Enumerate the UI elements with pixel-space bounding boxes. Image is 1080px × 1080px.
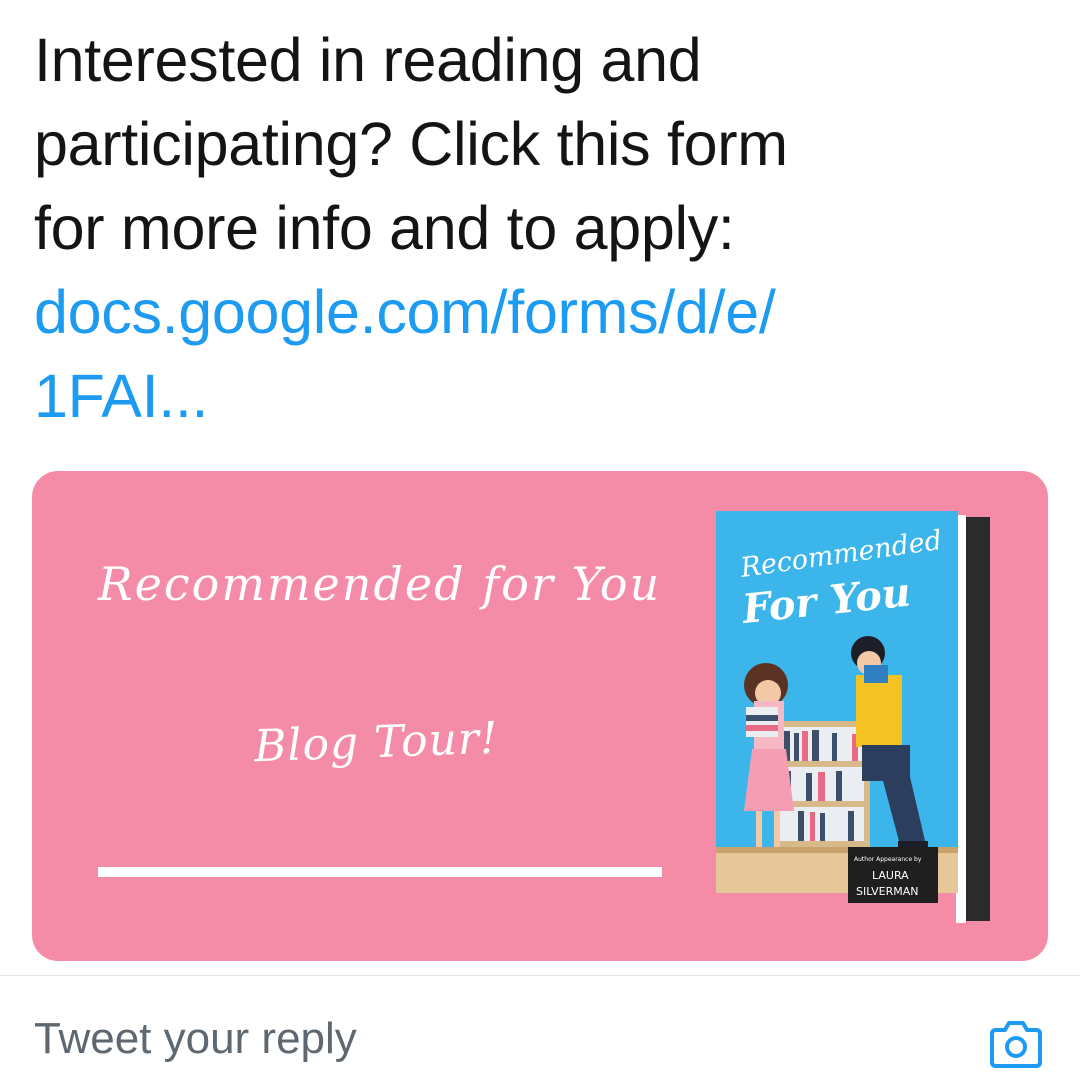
tweet-text: Interested in reading and participating?…: [34, 18, 1034, 438]
book-author-last: SILVERMAN: [856, 885, 919, 898]
camera-icon: [990, 1021, 1042, 1068]
camera-button[interactable]: [988, 1018, 1044, 1070]
book-cover-image: Recommended For You Author Appearance by…: [716, 511, 990, 923]
reply-input[interactable]: Tweet your reply: [34, 1014, 934, 1064]
card-title: Recommended for You: [98, 557, 662, 611]
tweet-text-line: participating? Click this form: [34, 110, 788, 178]
media-card[interactable]: Recommended for You Blog Tour! Recommend…: [32, 471, 1048, 961]
reply-divider: [0, 975, 1080, 976]
tweet-text-line: Interested in reading and: [34, 26, 702, 94]
book-author-first: LAURA: [872, 869, 909, 882]
book-author-credit: Author Appearance by: [854, 856, 922, 863]
card-subtitle: Blog Tour!: [253, 712, 500, 773]
tweet-text-line: for more info and to apply:: [34, 194, 735, 262]
tweet-link[interactable]: docs.google.com/forms/d/e/: [34, 270, 1034, 354]
tweet-link-continued[interactable]: 1FAI...: [34, 354, 1034, 438]
card-divider: [98, 867, 662, 877]
